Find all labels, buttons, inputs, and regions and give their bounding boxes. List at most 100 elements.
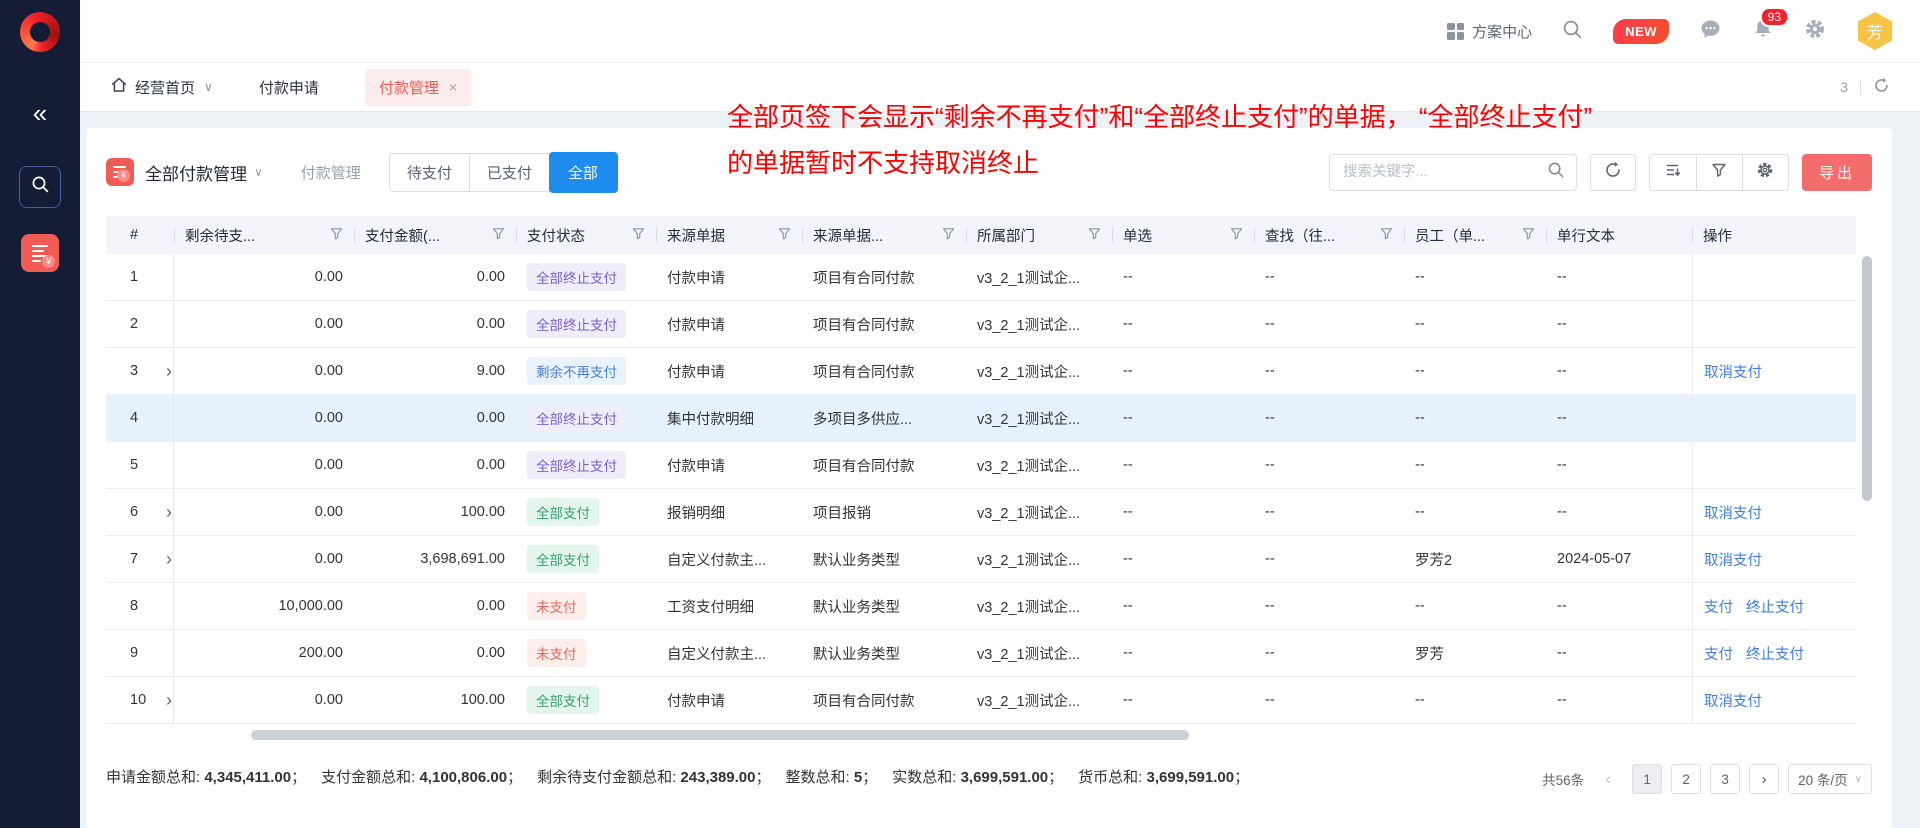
filter-icon[interactable]: [492, 227, 505, 244]
column-header-amount[interactable]: 支付金额(...: [354, 216, 516, 254]
status-badge: 剩余不再支付: [527, 357, 626, 385]
table-row[interactable]: 50.000.00全部终止支付付款申请项目有合同付款v3_2_1测试企...--…: [106, 442, 1856, 489]
tab-payment-request[interactable]: 付款申请: [259, 77, 319, 98]
breadcrumb-home[interactable]: 经营首页 ∨: [110, 76, 213, 98]
next-page-button[interactable]: ›: [1749, 764, 1779, 794]
column-header-source_type[interactable]: 来源单据...: [802, 216, 966, 254]
sort-button[interactable]: [1650, 155, 1696, 190]
sidebar-search-button[interactable]: [19, 166, 61, 208]
filter-icon[interactable]: [942, 227, 955, 244]
cell-status: 未支付: [516, 583, 656, 629]
table-row[interactable]: 6›0.00100.00全部支付报销明细项目报销v3_2_1测试企...----…: [106, 489, 1856, 536]
segment-tab-1[interactable]: 已支付: [470, 153, 550, 192]
expand-row-icon[interactable]: ›: [166, 691, 172, 709]
chevron-down-icon[interactable]: ∨: [254, 165, 263, 179]
collapse-sidebar-icon[interactable]: «: [33, 100, 47, 126]
sidebar-payment-app-icon[interactable]: ¥: [21, 234, 59, 272]
avatar[interactable]: 芳: [1856, 12, 1894, 50]
sidebar: « ¥: [0, 0, 80, 828]
row-action-link[interactable]: 取消支付: [1704, 502, 1762, 523]
refresh-icon: [1604, 161, 1622, 184]
filter-icon[interactable]: [632, 227, 645, 244]
app-logo[interactable]: [20, 12, 60, 52]
column-header-status[interactable]: 支付状态: [516, 216, 656, 254]
table-row[interactable]: 10.000.00全部终止支付付款申请项目有合同付款v3_2_1测试企...--…: [106, 254, 1856, 301]
export-button[interactable]: 导出: [1802, 154, 1872, 191]
cell-source: 付款申请: [656, 301, 802, 347]
vertical-scrollbar-thumb[interactable]: [1862, 256, 1872, 501]
cell-amount: 0.00: [354, 583, 516, 629]
view-title[interactable]: 全部付款管理: [145, 160, 247, 185]
topbar-search-button[interactable]: [1562, 19, 1583, 44]
cell-status: 全部支付: [516, 536, 656, 582]
cell-actions: [1692, 301, 1856, 347]
new-badge[interactable]: NEW: [1613, 19, 1669, 44]
filter-icon[interactable]: [1380, 227, 1393, 244]
table-row[interactable]: 7›0.003,698,691.00全部支付自定义付款主...默认业务类型v3_…: [106, 536, 1856, 583]
column-header-lookup[interactable]: 查找（往...: [1254, 216, 1404, 254]
column-header-dept[interactable]: 所属部门: [966, 216, 1112, 254]
page-button-2[interactable]: 2: [1671, 764, 1701, 794]
filter-icon[interactable]: [330, 227, 343, 244]
chevron-down-icon: ∨: [1855, 774, 1862, 785]
cell-employee: --: [1404, 348, 1546, 394]
column-header-source[interactable]: 来源单据: [656, 216, 802, 254]
page-size-select[interactable]: 20 条/页 ∨: [1788, 764, 1872, 794]
app-root: « ¥ 方案中心 NEW: [0, 0, 1920, 828]
refresh-icon[interactable]: [1873, 77, 1890, 97]
search-icon[interactable]: [1547, 161, 1565, 184]
cell-source: 付款申请: [656, 254, 802, 300]
cell-employee: --: [1404, 442, 1546, 488]
horizontal-scrollbar-thumb[interactable]: [251, 730, 1189, 740]
cell-radio: --: [1112, 630, 1254, 676]
close-icon[interactable]: ×: [449, 79, 457, 95]
cell-text: --: [1546, 489, 1692, 535]
search-input[interactable]: [1341, 163, 1547, 181]
segment-tab-0[interactable]: 待支付: [389, 153, 470, 192]
row-action-link[interactable]: 取消支付: [1704, 361, 1762, 382]
tab-payment-management[interactable]: 付款管理 ×: [365, 69, 471, 106]
notifications-button[interactable]: 93: [1752, 18, 1774, 44]
segment-tab-2[interactable]: 全部: [549, 152, 618, 193]
gear-icon: [1756, 161, 1774, 184]
vertical-scrollbar[interactable]: [1862, 256, 1872, 716]
filter-button[interactable]: [1696, 155, 1742, 190]
cell-text: --: [1546, 583, 1692, 629]
filter-icon[interactable]: [1088, 227, 1101, 244]
expand-row-icon[interactable]: ›: [166, 503, 172, 521]
breadcrumb: 经营首页 ∨ 付款申请 付款管理 × 3: [80, 62, 1920, 112]
page-button-1[interactable]: 1: [1632, 764, 1662, 794]
row-action-link[interactable]: 支付: [1704, 643, 1733, 664]
prev-page-button[interactable]: ‹: [1593, 764, 1623, 794]
page-button-3[interactable]: 3: [1710, 764, 1740, 794]
column-header-radio[interactable]: 单选: [1112, 216, 1254, 254]
cell-remaining: 0.00: [174, 301, 354, 347]
table-row[interactable]: 10›0.00100.00全部支付付款申请项目有合同付款v3_2_1测试企...…: [106, 677, 1856, 724]
filter-icon[interactable]: [1230, 227, 1243, 244]
row-action-link[interactable]: 支付: [1704, 596, 1733, 617]
column-header-remaining[interactable]: 剩余待支...: [174, 216, 354, 254]
cell-text: --: [1546, 348, 1692, 394]
solution-center-button[interactable]: 方案中心: [1447, 21, 1532, 42]
table-settings-button[interactable]: [1742, 155, 1788, 190]
table-row[interactable]: 40.000.00全部终止支付集中付款明细多项目多供应...v3_2_1测试企.…: [106, 395, 1856, 442]
row-action-link[interactable]: 取消支付: [1704, 549, 1762, 570]
row-action-link[interactable]: 取消支付: [1704, 690, 1762, 711]
settings-button[interactable]: [1804, 18, 1826, 44]
expand-row-icon[interactable]: ›: [166, 550, 172, 568]
cell-employee: --: [1404, 489, 1546, 535]
chat-button[interactable]: [1699, 18, 1722, 45]
expand-row-icon[interactable]: ›: [166, 362, 172, 380]
row-action-link[interactable]: 终止支付: [1746, 643, 1804, 664]
table-row[interactable]: 3›0.009.00剩余不再支付付款申请项目有合同付款v3_2_1测试企...-…: [106, 348, 1856, 395]
table-row[interactable]: 20.000.00全部终止支付付款申请项目有合同付款v3_2_1测试企...--…: [106, 301, 1856, 348]
refresh-button[interactable]: [1590, 154, 1636, 191]
filter-icon[interactable]: [1522, 227, 1535, 244]
table-row[interactable]: 810,000.000.00未支付工资支付明细默认业务类型v3_2_1测试企..…: [106, 583, 1856, 630]
filter-icon[interactable]: [778, 227, 791, 244]
row-action-link[interactable]: 终止支付: [1746, 596, 1804, 617]
tab-payment-management-label: 付款管理: [379, 77, 439, 98]
column-header-employee[interactable]: 员工（单...: [1404, 216, 1546, 254]
status-badge: 全部终止支付: [527, 451, 626, 479]
table-row[interactable]: 9200.000.00未支付自定义付款主...默认业务类型v3_2_1测试企..…: [106, 630, 1856, 677]
